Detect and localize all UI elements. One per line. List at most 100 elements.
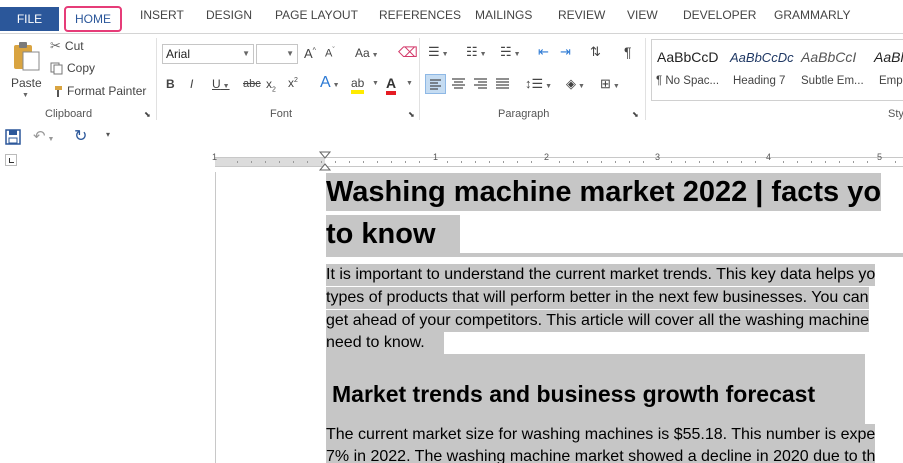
multilevel-list-icon[interactable]: ☵ ▼	[500, 44, 521, 60]
ruler-number: 3	[655, 152, 661, 162]
bold-icon[interactable]: B	[166, 77, 175, 91]
font-group-label: Font	[270, 108, 293, 120]
sort-icon[interactable]: ⇅	[590, 44, 601, 60]
dialog-launcher-icon[interactable]: ⬊	[632, 110, 639, 119]
shrink-font-icon[interactable]: Aˇ	[325, 47, 335, 60]
undo-icon[interactable]: ↶ ▼	[33, 127, 54, 145]
align-left-icon[interactable]	[425, 74, 446, 94]
ruler-tick	[643, 161, 644, 163]
shading-icon[interactable]: ◈ ▼	[566, 76, 585, 92]
ruler-number: 1	[433, 152, 439, 162]
style-subtle-emphasis[interactable]: AaBbCcI Subtle Em...	[797, 41, 869, 99]
tab-view[interactable]: VIEW	[627, 8, 658, 22]
ruler-tick	[755, 161, 756, 163]
save-icon[interactable]	[5, 129, 21, 145]
ruler-tick	[713, 161, 714, 163]
style-name: Subtle Em...	[801, 75, 864, 87]
tab-home[interactable]: HOME	[64, 6, 122, 32]
document-title: to know	[326, 215, 460, 253]
superscript-icon[interactable]: x2	[288, 76, 298, 90]
align-center-icon[interactable]	[449, 74, 468, 95]
show-formatting-icon[interactable]: ¶	[624, 44, 632, 60]
increase-indent-icon[interactable]: ⇥	[560, 44, 571, 60]
customize-toolbar-icon[interactable]: ▾	[106, 130, 110, 139]
ruler-tick	[699, 161, 700, 163]
styles-group-label: Sty	[888, 108, 903, 120]
style-name: Emp	[879, 75, 903, 87]
ruler-tick	[685, 161, 686, 163]
change-case-icon[interactable]: Aa ▼	[355, 46, 379, 60]
font-size-select[interactable]: ▼	[256, 44, 298, 64]
chevron-down-icon[interactable]: ▼	[372, 80, 379, 87]
dialog-launcher-icon[interactable]: ⬊	[408, 110, 415, 119]
body-text-line: The current market size for washing mach…	[326, 424, 876, 446]
line-spacing-icon[interactable]: ↕☰ ▼	[525, 76, 552, 92]
dialog-launcher-icon[interactable]: ⬊	[144, 110, 151, 119]
grow-font-icon[interactable]: A^	[304, 46, 316, 61]
style-name: ¶ No Spac...	[656, 75, 720, 87]
tab-review[interactable]: REVIEW	[558, 8, 605, 22]
borders-icon[interactable]: ⊞ ▼	[600, 76, 620, 92]
indent-marker-icon[interactable]	[319, 151, 331, 173]
clear-formatting-icon[interactable]: ⌫	[398, 44, 418, 61]
font-color-icon[interactable]: A	[386, 76, 397, 95]
style-no-spacing[interactable]: AaBbCcD ¶ No Spac...	[653, 41, 725, 99]
redo-icon[interactable]: ↻	[74, 126, 87, 146]
body-text-line: 7% in 2022. The washing machine market s…	[326, 446, 876, 463]
copy-icon	[50, 62, 63, 74]
chevron-down-icon: ▼	[242, 49, 250, 58]
ruler-tick	[559, 161, 560, 163]
font-name-value: Arial	[166, 47, 191, 61]
strikethrough-icon[interactable]: abc	[243, 78, 261, 90]
tab-file[interactable]: FILE	[0, 7, 59, 31]
font-name-select[interactable]: Arial ▼	[162, 44, 254, 64]
cut-button[interactable]: ✂ Cut	[50, 38, 84, 54]
tab-insert[interactable]: INSERT	[140, 8, 184, 22]
ruler-tick	[811, 161, 812, 163]
tab-design[interactable]: DESIGN	[206, 8, 252, 22]
paragraph-group-label: Paragraph	[498, 108, 550, 120]
ruler-tick	[629, 161, 630, 163]
format-painter-button[interactable]: Format Painter	[50, 84, 146, 98]
ribbon-separator	[645, 38, 646, 120]
body-text-line: It is important to understand the curren…	[326, 264, 876, 286]
tab-selector[interactable]	[5, 154, 17, 166]
underline-icon[interactable]: U ▼	[212, 77, 230, 91]
bullets-icon[interactable]: ☰ ▼	[428, 44, 449, 60]
chevron-down-icon[interactable]: ▼	[406, 80, 413, 87]
decrease-indent-icon[interactable]: ⇤	[538, 44, 549, 60]
ruler-number: 5	[877, 152, 883, 162]
numbering-icon[interactable]: ☷ ▼	[466, 44, 487, 60]
tab-page-layout[interactable]: PAGE LAYOUT	[275, 8, 358, 22]
ruler-tick	[853, 161, 854, 163]
style-preview: AaBbCcDc	[730, 50, 794, 65]
horizontal-ruler[interactable]: 1 1 2 3 4 5	[212, 151, 903, 171]
tab-grammarly[interactable]: GRAMMARLY	[774, 8, 850, 22]
ruler-tick	[503, 161, 504, 163]
body-text-line: types of products that will perform bett…	[326, 287, 869, 309]
style-emphasis[interactable]: AaBl Emp	[871, 41, 903, 99]
document-page[interactable]: Washing machine market 2022 | facts yo t…	[216, 172, 903, 463]
cut-label: Cut	[64, 39, 84, 53]
align-right-icon[interactable]	[471, 74, 490, 95]
ruler-tick	[489, 161, 490, 163]
ruler-tick	[573, 161, 574, 163]
paste-button[interactable]: Paste ▼	[8, 38, 44, 104]
highlight-color-icon[interactable]: ab	[351, 76, 365, 94]
copy-button[interactable]: Copy	[50, 61, 95, 75]
justify-icon[interactable]	[493, 74, 512, 95]
tab-mailings[interactable]: MAILINGS	[475, 8, 532, 22]
ruler-tick	[587, 161, 588, 163]
tab-references[interactable]: REFERENCES	[379, 8, 461, 22]
ribbon: Paste ▼ ✂ Cut Copy Format Painter Clipbo…	[0, 33, 903, 125]
ruler-tick	[475, 161, 476, 163]
ruler-tick	[251, 161, 252, 163]
ruler-tick	[867, 161, 868, 163]
ruler-tick	[377, 161, 378, 163]
style-heading-7[interactable]: AaBbCcDc Heading 7	[727, 41, 797, 99]
italic-icon[interactable]: I	[190, 77, 193, 91]
ruler-tick	[307, 161, 308, 163]
tab-developer[interactable]: DEVELOPER	[683, 8, 756, 22]
subscript-icon[interactable]: x2	[266, 77, 276, 93]
text-effects-icon[interactable]: A ▼	[320, 74, 340, 92]
